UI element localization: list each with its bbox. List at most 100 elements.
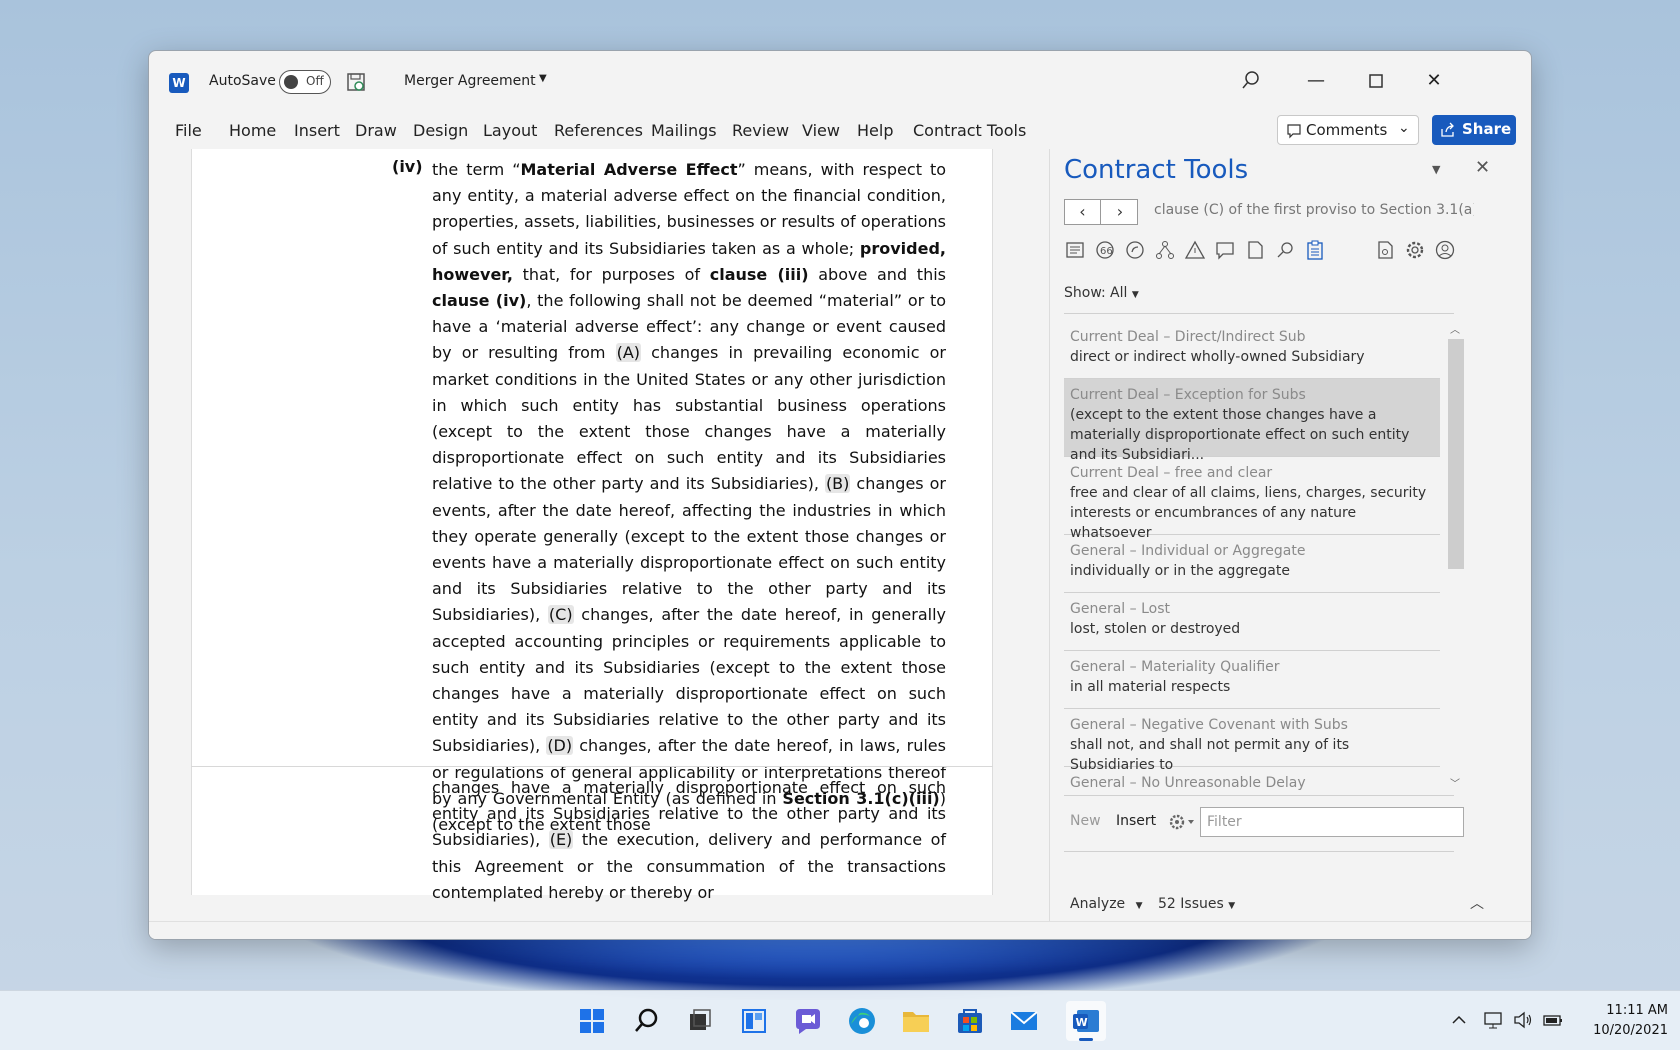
list-item[interactable]: General – Individual or Aggregate indivi… (1064, 535, 1440, 593)
toggle-knob (284, 75, 298, 89)
volume-icon[interactable] (1512, 1009, 1534, 1031)
file-explorer-icon[interactable] (896, 1001, 936, 1041)
start-icon[interactable] (572, 1001, 612, 1041)
autosave-toggle[interactable]: Off (279, 70, 331, 94)
chevron-up-icon[interactable]: ︿ (1470, 893, 1484, 913)
list-item[interactable]: General – Negative Covenant with Subs sh… (1064, 709, 1440, 773)
insert-snippet-button[interactable]: Insert (1116, 813, 1156, 829)
document-icon[interactable] (1244, 239, 1266, 261)
word-window: W AutoSave Off Merger Agreement ▼ — ✕ Fi… (148, 50, 1532, 940)
show-filter-dropdown[interactable]: All ▼ (1110, 285, 1139, 301)
word-logo-icon: W (169, 73, 189, 93)
comments-label: Comments (1306, 121, 1388, 139)
search-icon[interactable] (1274, 239, 1296, 261)
scroll-thumb[interactable] (1448, 339, 1464, 569)
tab-insert[interactable]: Insert (294, 121, 340, 140)
snippet-title: Current Deal – Direct/Indirect Sub (1070, 329, 1306, 345)
quote-icon[interactable]: 66 (1094, 239, 1116, 261)
gear-icon[interactable] (1168, 813, 1198, 831)
list-item[interactable]: General – Materiality Qualifier in all m… (1064, 651, 1440, 709)
search-icon[interactable] (626, 1001, 666, 1041)
chevron-down-icon[interactable]: ▼ (1432, 163, 1440, 176)
clock-time[interactable]: 11:11 AM (1588, 1003, 1668, 1018)
word-taskbar-button[interactable]: W (1066, 1001, 1106, 1041)
warning-icon[interactable] (1184, 239, 1206, 261)
document-page[interactable]: (iv) the term “Material Adverse Effect” … (191, 149, 993, 902)
comment-icon[interactable] (1214, 239, 1236, 261)
filter-input[interactable] (1200, 807, 1464, 837)
battery-icon[interactable] (1542, 1009, 1564, 1031)
gear-icon[interactable] (1404, 239, 1426, 261)
edge-icon[interactable] (842, 1001, 882, 1041)
snippet-text: free and clear of all claims, liens, cha… (1070, 485, 1427, 541)
network-icon[interactable] (1482, 1009, 1504, 1031)
list-item[interactable]: General – No Unreasonable Delay (1064, 767, 1440, 793)
analyze-dropdown[interactable]: Analyze ▼ (1070, 896, 1143, 912)
snippet-scrollbar[interactable]: ︿ ﹀ (1448, 321, 1464, 793)
share-label: Share (1462, 120, 1512, 138)
list-item-selected[interactable]: Current Deal – Exception for Subs (excep… (1064, 379, 1440, 463)
scroll-down-icon[interactable]: ﹀ (1450, 775, 1460, 790)
save-sync-icon[interactable] (345, 71, 367, 93)
tab-home[interactable]: Home (229, 121, 276, 140)
document-paragraph-page1[interactable]: the term “Material Adverse Effect” means… (432, 157, 946, 838)
issues-label: 52 Issues (1158, 896, 1224, 912)
widgets-icon[interactable] (734, 1001, 774, 1041)
tab-help[interactable]: Help (857, 121, 893, 140)
scroll-up-icon[interactable]: ︿ (1450, 321, 1460, 336)
list-item[interactable]: Current Deal – Direct/Indirect Sub direc… (1064, 321, 1440, 379)
list-item[interactable]: Current Deal – free and clear free and c… (1064, 457, 1440, 541)
divider (1064, 313, 1454, 314)
tab-layout[interactable]: Layout (483, 121, 537, 140)
tab-design[interactable]: Design (413, 121, 468, 140)
chat-icon[interactable] (788, 1001, 828, 1041)
navigation-buttons: ‹ › (1064, 199, 1138, 225)
tab-file[interactable]: File (175, 121, 202, 140)
close-icon[interactable]: ✕ (1416, 65, 1452, 97)
hierarchy-icon[interactable] (1154, 239, 1176, 261)
divider (1064, 851, 1454, 852)
document-title[interactable]: Merger Agreement (404, 73, 536, 89)
tab-mailings[interactable]: Mailings (651, 121, 717, 140)
current-location: clause (C) of the first proviso to Secti… (1154, 202, 1474, 218)
title-bar: W AutoSave Off Merger Agreement ▼ — ✕ (149, 51, 1531, 113)
taskbar: W 11:11 AM 10/20/2021 (0, 990, 1680, 1050)
maximize-icon[interactable] (1358, 65, 1394, 97)
snippet-text: (except to the extent those changes have… (1070, 407, 1410, 463)
snippet-title: Current Deal – Exception for Subs (1070, 387, 1306, 403)
mail-icon[interactable] (1004, 1001, 1044, 1041)
search-icon[interactable] (1232, 65, 1268, 97)
close-icon[interactable]: ✕ (1475, 157, 1490, 178)
share-button[interactable]: Share (1432, 115, 1516, 145)
tab-draw[interactable]: Draw (355, 121, 397, 140)
autosave-label: AutoSave (209, 73, 276, 89)
tab-view[interactable]: View (802, 121, 840, 140)
issues-dropdown[interactable]: 52 Issues ▼ (1158, 896, 1235, 912)
new-snippet-button[interactable]: New (1070, 813, 1101, 829)
tab-review[interactable]: Review (732, 121, 789, 140)
document-paragraph-page2[interactable]: changes have a materially disproportiona… (432, 775, 946, 906)
document-settings-icon[interactable] (1374, 239, 1396, 261)
outline-icon[interactable] (1064, 239, 1086, 261)
chevron-down-icon[interactable]: ▼ (539, 73, 547, 84)
snippet-title: General – Individual or Aggregate (1070, 543, 1306, 559)
list-item[interactable]: General – Lost lost, stolen or destroyed (1064, 593, 1440, 651)
back-icon[interactable]: ‹ (1065, 200, 1101, 224)
store-icon[interactable] (950, 1001, 990, 1041)
minimize-icon[interactable]: — (1298, 65, 1334, 97)
comment-icon (1287, 124, 1301, 139)
status-bar (149, 921, 1531, 939)
comments-button[interactable]: Comments ⌄ (1277, 115, 1419, 145)
task-view-icon[interactable] (680, 1001, 720, 1041)
refresh-icon[interactable] (1124, 239, 1146, 261)
forward-icon[interactable]: › (1102, 200, 1138, 224)
snippet-title: General – Lost (1070, 601, 1170, 617)
tab-references[interactable]: References (554, 121, 643, 140)
clock-date[interactable]: 10/20/2021 (1570, 1023, 1668, 1038)
clipboard-icon[interactable] (1304, 239, 1326, 261)
snippet-title: Current Deal – free and clear (1070, 465, 1273, 481)
account-icon[interactable] (1434, 239, 1456, 261)
snippet-title: General – No Unreasonable Delay (1070, 775, 1306, 791)
chevron-up-icon[interactable] (1448, 1009, 1470, 1031)
tab-contract-tools[interactable]: Contract Tools (913, 121, 1026, 140)
